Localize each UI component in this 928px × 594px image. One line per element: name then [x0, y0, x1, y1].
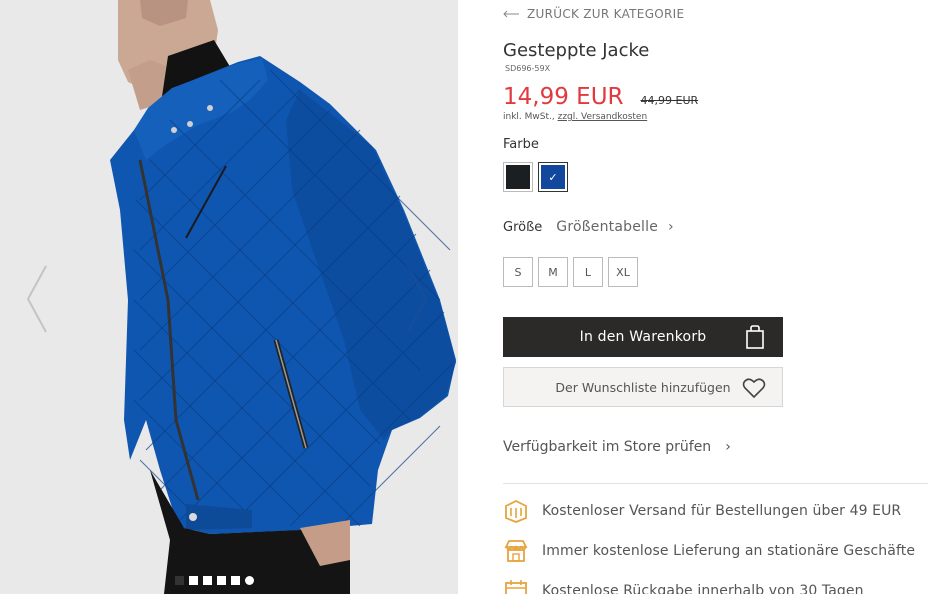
back-to-category-link[interactable]: ZURÜCK ZUR KATEGORIE — [503, 7, 684, 21]
size-row: Größe Größentabelle › — [503, 219, 674, 235]
product-sku: SD696-59X — [505, 64, 551, 73]
add-to-wishlist-button[interactable]: Der Wunschliste hinzufügen — [503, 367, 783, 407]
add-to-cart-button[interactable]: In den Warenkorb — [503, 317, 783, 357]
gallery-dot[interactable] — [189, 576, 198, 585]
gallery-dot[interactable] — [245, 576, 254, 585]
current-price: 14,99 EUR — [503, 84, 624, 110]
size-option-xl[interactable]: XL — [608, 257, 638, 287]
arrow-left-icon — [503, 10, 519, 18]
tax-info: inkl. MwSt., zzgl. Versandkosten — [503, 112, 647, 122]
gallery-dot[interactable] — [175, 576, 184, 585]
gallery-dot[interactable] — [217, 576, 226, 585]
divider — [503, 483, 928, 484]
chevron-left-icon[interactable] — [22, 262, 52, 336]
size-option-s[interactable]: S — [503, 257, 533, 287]
benefit-text: Kostenlose Rückgabe innerhalb von 30 Tag… — [542, 583, 864, 594]
tax-prefix: inkl. MwSt., — [503, 112, 555, 122]
store-icon — [504, 540, 528, 562]
size-chart-label: Größentabelle — [556, 219, 659, 235]
shopping-bag-icon — [746, 325, 764, 349]
store-availability-label: Verfügbarkeit im Store prüfen — [503, 439, 712, 455]
gallery-dot[interactable] — [231, 576, 240, 585]
product-image-gallery — [0, 0, 458, 594]
benefit-item: Immer kostenlose Lieferung an stationäre… — [503, 538, 915, 564]
size-option-l[interactable]: L — [573, 257, 603, 287]
add-to-cart-label: In den Warenkorb — [579, 329, 707, 345]
gallery-dot[interactable] — [203, 576, 212, 585]
size-label: Größe — [503, 219, 543, 235]
back-link-label: ZURÜCK ZUR KATEGORIE — [527, 7, 685, 21]
size-option-m[interactable]: M — [538, 257, 568, 287]
benefit-item: Kostenloser Versand für Bestellungen übe… — [503, 498, 901, 524]
color-swatch-black[interactable] — [503, 162, 533, 192]
heart-icon — [742, 378, 766, 399]
shipping-box-icon — [505, 499, 527, 523]
add-to-wishlist-label: Der Wunschliste hinzufügen — [555, 379, 731, 395]
size-chart-link[interactable]: Größentabelle › — [556, 219, 674, 235]
store-availability-link[interactable]: Verfügbarkeit im Store prüfen › — [503, 439, 731, 455]
benefit-item: Kostenlose Rückgabe innerhalb von 30 Tag… — [503, 578, 864, 594]
benefit-text: Immer kostenlose Lieferung an stationäre… — [542, 543, 916, 559]
chevron-right-icon: › — [725, 439, 731, 455]
shipping-costs-link[interactable]: zzgl. Versandkosten — [558, 112, 648, 122]
product-photo — [0, 0, 458, 594]
price-row: 14,99 EUR 44,99 EUR — [503, 84, 698, 110]
calendar-return-icon — [505, 580, 527, 594]
benefit-text: Kostenloser Versand für Bestellungen übe… — [542, 503, 902, 519]
gallery-pagination — [175, 576, 254, 585]
color-swatches: ✓ — [503, 162, 568, 192]
chevron-right-icon[interactable] — [402, 262, 432, 336]
color-swatch-blue[interactable]: ✓ — [538, 162, 568, 192]
size-options: S M L XL — [503, 257, 638, 287]
checkmark-icon: ✓ — [548, 170, 558, 184]
product-title: Gesteppte Jacke — [503, 40, 650, 61]
chevron-right-icon: › — [668, 219, 674, 235]
old-price: 44,99 EUR — [640, 94, 699, 107]
color-label: Farbe — [503, 137, 539, 152]
